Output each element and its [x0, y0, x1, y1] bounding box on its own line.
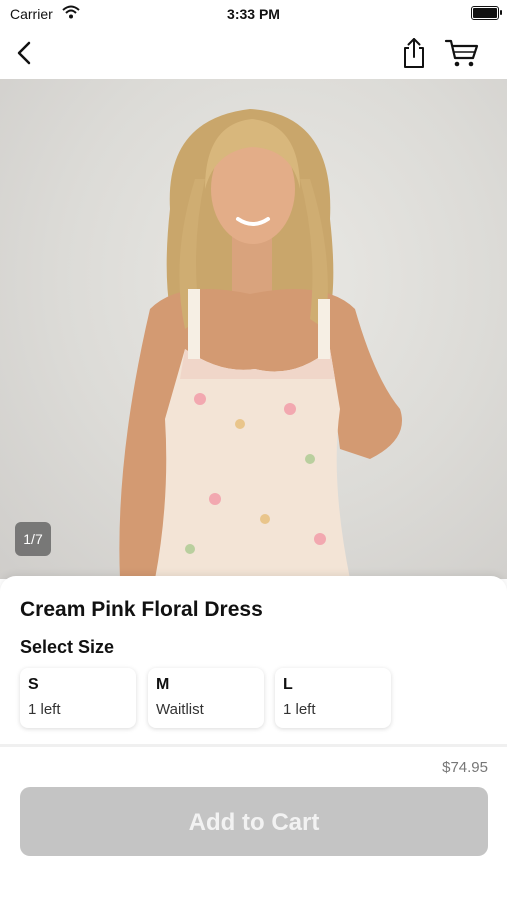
size-option-l[interactable]: L 1 left: [275, 668, 391, 728]
size-option-s[interactable]: S 1 left: [20, 668, 136, 728]
select-size-label: Select Size: [20, 637, 115, 657]
nav-bar: [0, 28, 507, 78]
battery-icon: [471, 6, 502, 20]
size-option-m[interactable]: M Waitlist: [148, 668, 264, 728]
share-icon[interactable]: [398, 36, 430, 70]
model-photo: [119, 109, 402, 579]
image-page-indicator: 1/7: [15, 522, 51, 556]
product-image[interactable]: 1/7: [0, 79, 507, 579]
status-bar: Carrier 3:33 PM: [0, 0, 507, 28]
cart-icon[interactable]: [444, 38, 480, 68]
chevron-left-icon[interactable]: [10, 38, 40, 68]
size-stock: Waitlist: [156, 701, 204, 718]
divider: [0, 744, 507, 747]
size-stock: 1 left: [28, 701, 61, 718]
size-name: L: [283, 676, 293, 693]
size-stock: 1 left: [283, 701, 316, 718]
product-details-sheet: Cream Pink Floral Dress Select Size S 1 …: [0, 576, 507, 900]
size-name: S: [28, 676, 39, 693]
product-title: Cream Pink Floral Dress: [20, 598, 263, 621]
product-price: $74.95: [442, 759, 488, 776]
status-time: 3:33 PM: [227, 6, 280, 22]
add-to-cart-button[interactable]: Add to Cart: [20, 787, 488, 856]
size-name: M: [156, 676, 170, 693]
